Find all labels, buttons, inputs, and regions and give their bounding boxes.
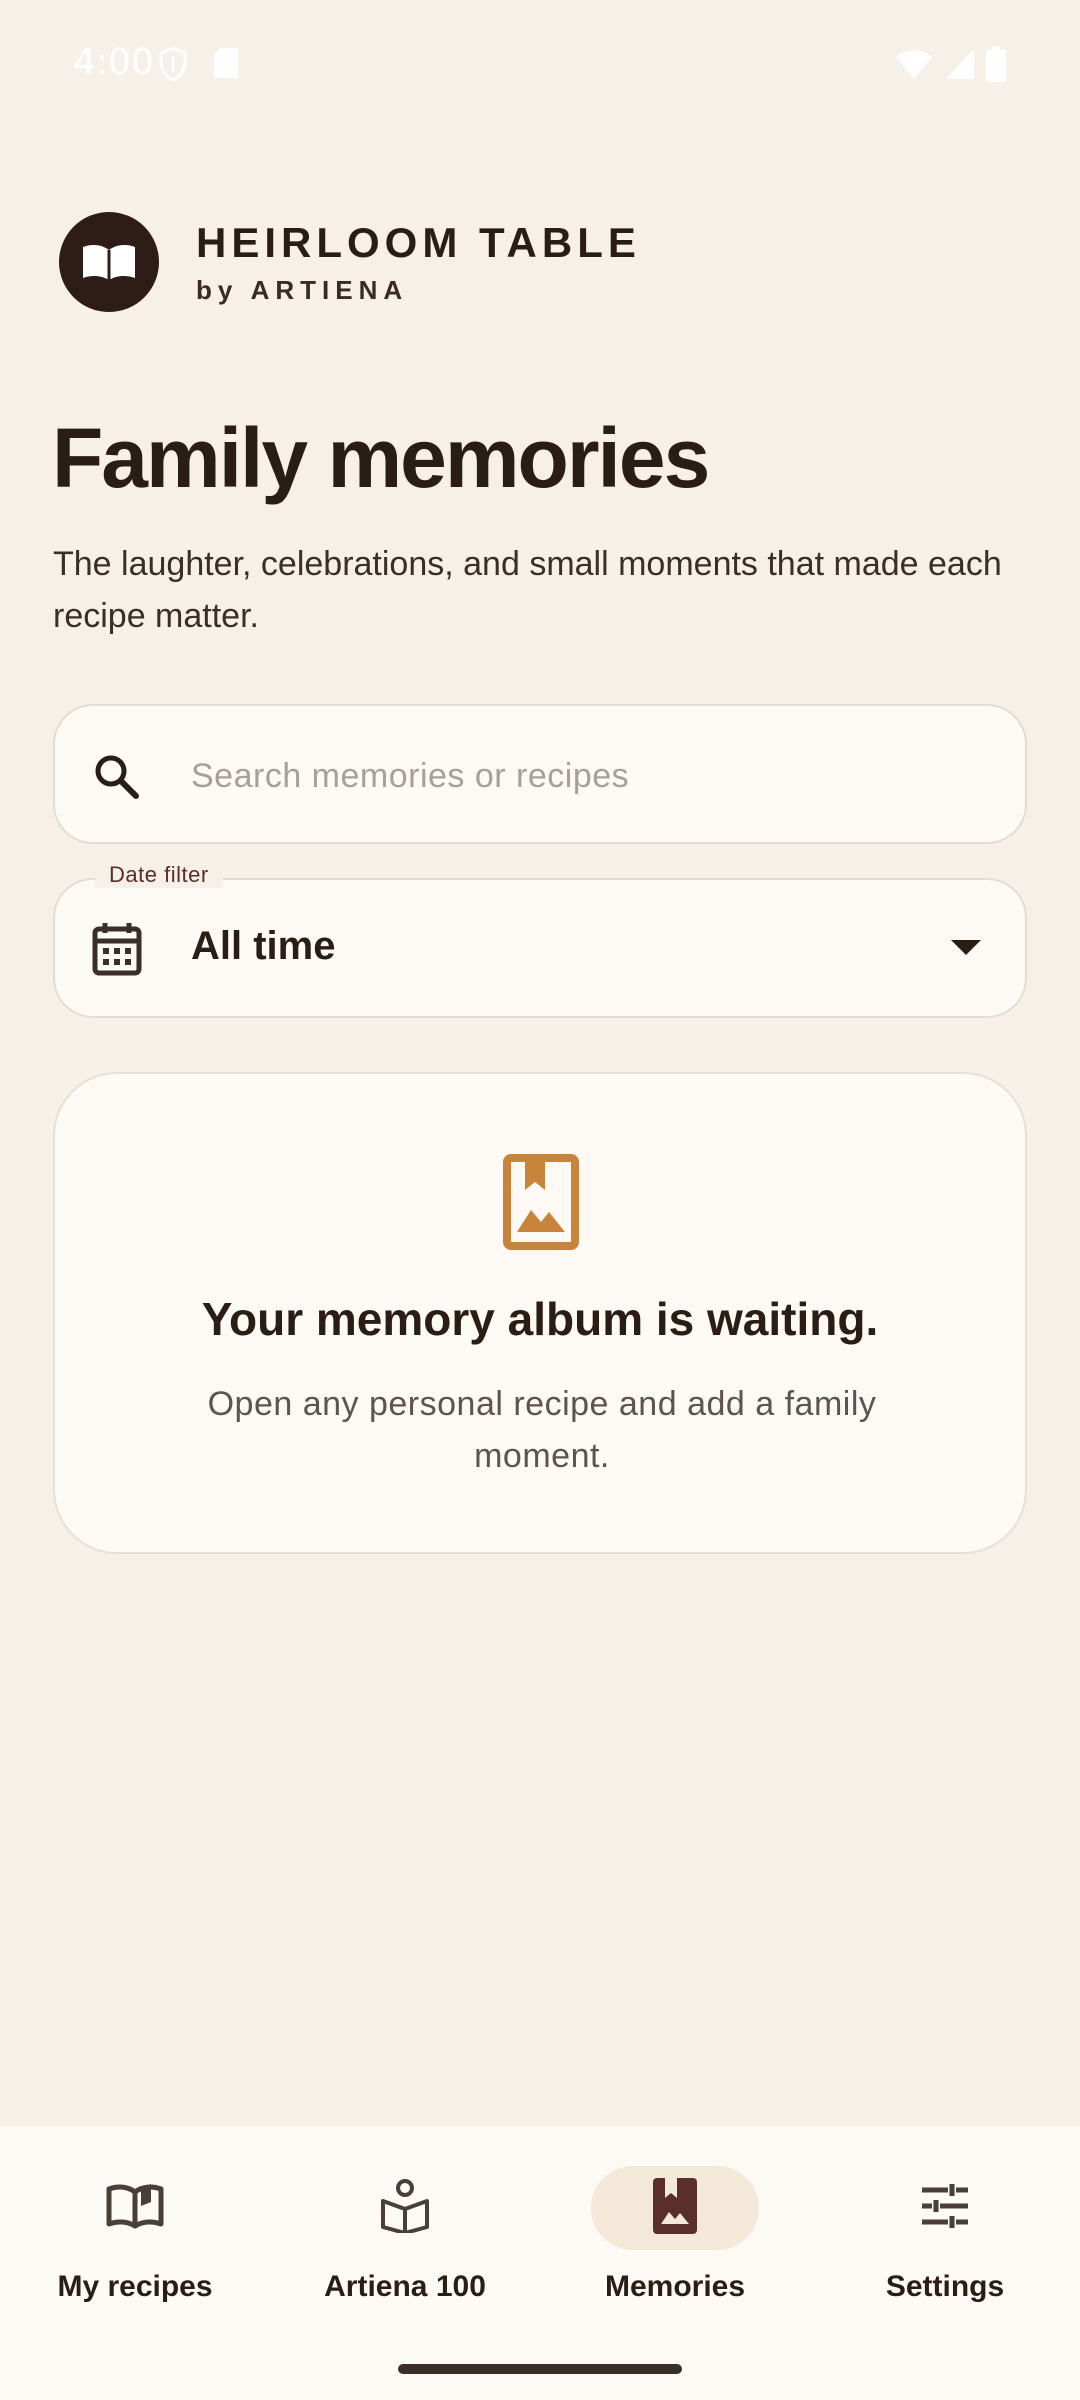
- page-title: Family memories: [52, 411, 710, 505]
- signal-icon: [944, 47, 976, 81]
- nav-label: Memories: [604, 2270, 746, 2303]
- search-field[interactable]: [53, 704, 1027, 844]
- brand-subtitle: by ARTIENA: [196, 274, 409, 305]
- date-filter-value: All time: [191, 924, 336, 968]
- nav-item-artiena-100[interactable]: Artiena 100: [270, 2166, 540, 2304]
- search-input[interactable]: [191, 736, 991, 816]
- nav-item-settings[interactable]: Settings: [810, 2166, 1080, 2304]
- date-filter-label: Date filter: [95, 862, 223, 888]
- photo-album-icon: [503, 1154, 579, 1255]
- calendar-icon: [91, 921, 143, 982]
- battery-icon: [986, 46, 1006, 82]
- nav-label: Settings: [885, 2270, 1005, 2303]
- nav-item-memories[interactable]: Memories: [540, 2166, 810, 2304]
- bottom-navigation: My recipes Artiena 100 Memories Settings: [0, 2126, 1080, 2400]
- empty-state-card: Your memory album is waiting. Open any p…: [53, 1072, 1027, 1554]
- photo-album-icon: [653, 2177, 697, 2239]
- wifi-icon: [894, 47, 934, 81]
- status-time: 4:00: [73, 42, 154, 83]
- reader-icon: [379, 2178, 431, 2238]
- status-bar: 4:00: [0, 0, 1080, 132]
- open-book-icon: [59, 212, 159, 312]
- shield-icon: [158, 46, 188, 82]
- nav-label: My recipes: [57, 2270, 213, 2303]
- brand-title: HEIRLOOM TABLE: [196, 218, 641, 266]
- chevron-down-icon: [951, 940, 981, 961]
- date-filter-dropdown[interactable]: Date filter All time: [53, 862, 1027, 1018]
- empty-state-description: Open any personal recipe and add a famil…: [207, 1385, 877, 1475]
- page-description: The laughter, celebrations, and small mo…: [53, 545, 1002, 635]
- brand-header: HEIRLOOM TABLE by ARTIENA: [59, 212, 641, 312]
- tune-icon: [920, 2182, 970, 2235]
- sd-card-icon: [212, 46, 240, 82]
- search-icon: [91, 751, 141, 806]
- book-open-icon: [105, 2182, 165, 2235]
- nav-item-my-recipes[interactable]: My recipes: [0, 2166, 270, 2304]
- empty-state-title: Your memory album is waiting.: [201, 1293, 879, 1345]
- home-indicator[interactable]: [398, 2364, 682, 2374]
- nav-label: Artiena 100: [324, 2270, 486, 2303]
